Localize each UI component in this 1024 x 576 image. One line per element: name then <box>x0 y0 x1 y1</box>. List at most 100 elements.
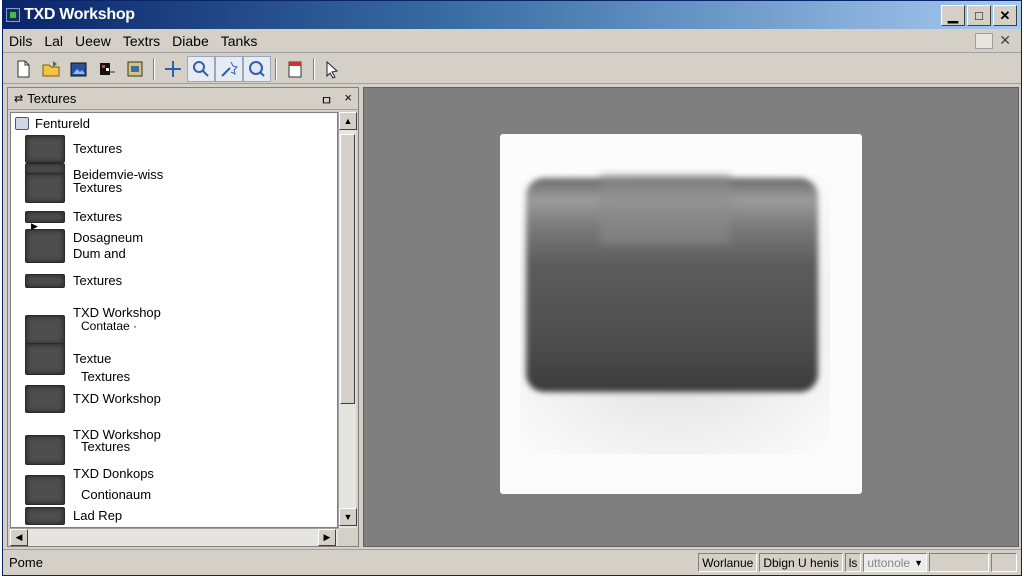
window-title: TXD Workshop <box>24 6 135 23</box>
status-field-format: Worlanue <box>698 553 758 572</box>
document-button[interactable] <box>281 56 309 82</box>
texture-name: TXD Workshop <box>73 391 161 406</box>
texture-name: Textures <box>73 141 123 156</box>
texture-thumbnail <box>25 507 65 525</box>
tree-root[interactable]: Fentureld <box>15 116 90 131</box>
status-bar: Pome Worlanue Dbign U henis ls uttonole … <box>3 549 1021 575</box>
title-bar[interactable]: TXD Workshop ▁ □ ✕ <box>3 1 1021 29</box>
scrollbar-thumb[interactable] <box>340 134 355 404</box>
zoom-icon <box>249 60 265 77</box>
zoom-button[interactable] <box>243 55 271 82</box>
texture-name: Lad Rep <box>73 508 123 523</box>
status-field-dimensions: Dbign U henis <box>759 553 843 572</box>
import-image-icon <box>70 62 87 76</box>
status-dropdown-value: uttonole <box>867 555 911 570</box>
texture-item[interactable]: Dosagneum Dum and <box>25 229 143 263</box>
status-dropdown[interactable]: uttonole ▼ <box>863 553 927 572</box>
status-fields: Worlanue Dbign U henis ls uttonole ▼ <box>698 553 1017 572</box>
texture-item[interactable]: Textures <box>25 273 122 289</box>
pointer-tool-button[interactable] <box>319 56 347 82</box>
toolbar-separator <box>313 57 315 80</box>
pointer-tool-icon <box>326 60 339 79</box>
export-icon <box>100 62 115 75</box>
import-image-button[interactable] <box>65 56 93 82</box>
properties-button[interactable] <box>121 56 149 82</box>
scroll-up-button[interactable]: ▲ <box>339 112 357 130</box>
tree-vertical-scrollbar[interactable]: ▲ ▼ <box>338 112 357 528</box>
window-controls: ▁ □ ✕ <box>941 5 1017 26</box>
pick-icon <box>221 61 238 77</box>
toolbar-separator <box>153 57 155 80</box>
texture-name: Textures <box>81 369 131 384</box>
texture-item[interactable]: Contatae · <box>73 318 137 334</box>
document-icon <box>288 61 302 77</box>
chevron-down-icon: ▼ <box>914 557 923 568</box>
maximize-button[interactable]: □ <box>967 5 991 26</box>
texture-item[interactable]: TXD Workshop <box>25 385 161 413</box>
panel-pin-icon[interactable]: ㅁ <box>320 90 332 109</box>
texture-name: Textures <box>73 209 123 224</box>
panel-close-icon[interactable]: × <box>344 90 352 109</box>
txd-archive-icon <box>15 117 29 130</box>
size-grip[interactable] <box>991 553 1017 572</box>
menu-item-help[interactable]: Tanks <box>215 33 264 49</box>
texture-item[interactable]: Lad Rep <box>25 507 122 525</box>
mdi-controls: ✕ <box>975 32 1011 49</box>
texture-tree[interactable]: Fentureld Textures Beidemvie-wiss Textur… <box>10 112 338 528</box>
texture-thumbnail <box>25 475 65 505</box>
texture-name: Textures <box>73 180 123 195</box>
scroll-right-button[interactable]: ▶ <box>318 529 336 546</box>
new-file-icon <box>17 60 30 77</box>
texture-thumbnail <box>25 229 65 263</box>
texture-item[interactable]: Textures <box>25 135 122 163</box>
open-button[interactable] <box>37 56 65 82</box>
properties-icon <box>127 61 143 76</box>
texture-thumbnail <box>25 173 65 203</box>
tree-horizontal-scrollbar[interactable]: ◀ ▶ <box>10 528 338 546</box>
search-icon <box>193 60 209 77</box>
texture-thumbnail <box>25 315 65 345</box>
panel-controls: ㅁ × <box>320 90 352 109</box>
scroll-down-button[interactable]: ▼ <box>339 508 357 526</box>
texture-name: Contatae · <box>81 319 138 333</box>
menu-item-file[interactable]: Dils <box>3 33 38 49</box>
minimize-button[interactable]: ▁ <box>941 5 965 26</box>
texture-preview-canvas <box>500 134 862 494</box>
status-field-mode: ls <box>844 553 862 572</box>
panel-header: ⇄ Textures ㅁ × <box>8 88 358 110</box>
status-field-empty <box>929 553 989 572</box>
toolbar-separator <box>275 57 277 80</box>
menu-bar: Dils Lal Ueew Textrs Diabe Tanks ✕ <box>3 29 1021 53</box>
texture-thumbnail <box>25 135 65 163</box>
texture-item[interactable]: Textures <box>25 173 122 203</box>
texture-item[interactable]: Textures <box>73 439 130 455</box>
toolbar <box>3 54 1021 84</box>
texture-thumbnail <box>25 343 65 375</box>
search-button[interactable] <box>187 55 215 82</box>
scroll-left-button[interactable]: ◀ <box>10 529 28 546</box>
move-button[interactable] <box>159 56 187 82</box>
menu-item-textures[interactable]: Textrs <box>117 33 166 49</box>
textures-panel: ⇄ Textures ㅁ × Fentureld Textures Beidem… <box>7 87 359 547</box>
mdi-close-icon[interactable]: ✕ <box>999 32 1011 49</box>
texture-name: Textue <box>73 351 112 366</box>
menu-item-tools[interactable]: Diabe <box>166 33 215 49</box>
menu-item-view[interactable]: Ueew <box>69 33 117 49</box>
pick-button[interactable] <box>215 55 243 82</box>
texture-name: Contionaum <box>81 487 152 502</box>
export-button[interactable] <box>93 56 121 82</box>
open-folder-icon <box>42 60 60 76</box>
menu-item-edit[interactable]: Lal <box>38 33 69 49</box>
texture-item[interactable]: Contionaum <box>73 487 151 503</box>
new-file-button[interactable] <box>9 56 37 82</box>
texture-preview-highlight <box>600 174 730 244</box>
panel-title: Textures <box>27 91 77 106</box>
texture-preview-area[interactable] <box>363 87 1019 547</box>
texture-name: Textures <box>81 439 131 454</box>
texture-item[interactable]: Textures <box>73 369 130 385</box>
texture-item[interactable]: Textures <box>25 209 122 225</box>
status-text: Pome <box>9 555 43 570</box>
mdi-restore-button[interactable] <box>975 32 994 49</box>
close-button[interactable]: ✕ <box>993 5 1017 26</box>
tree-root-label: Fentureld <box>35 116 90 131</box>
